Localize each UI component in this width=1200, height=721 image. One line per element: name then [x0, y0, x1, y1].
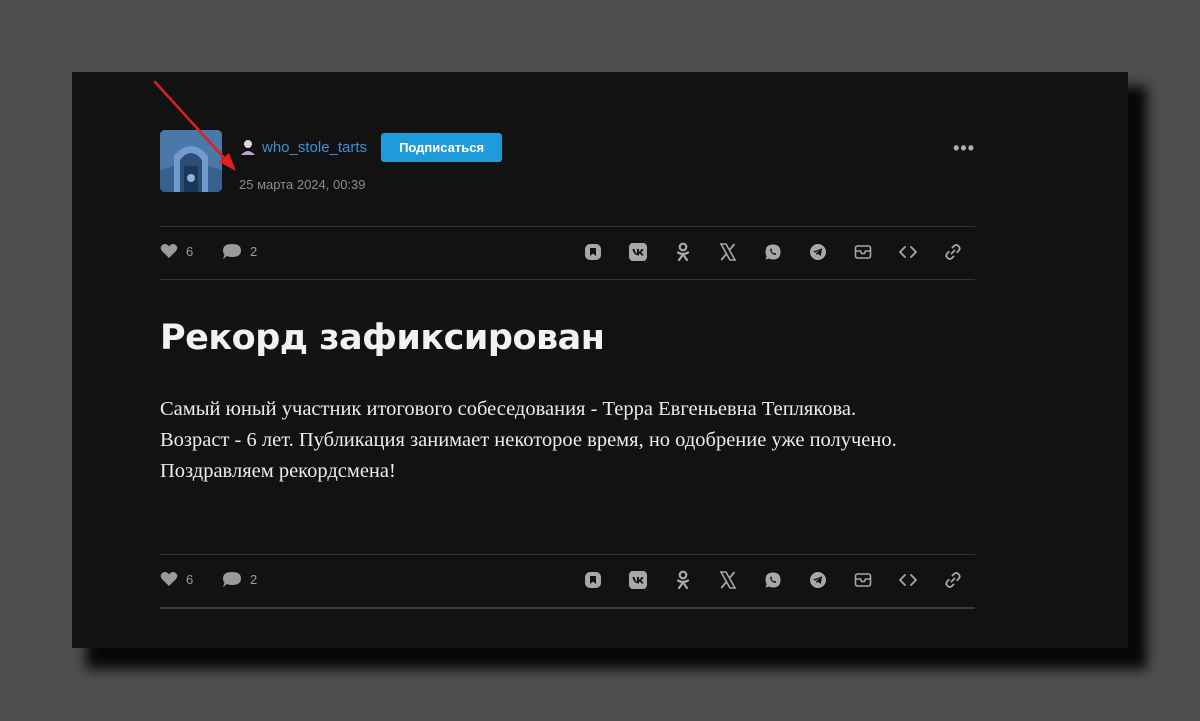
whatsapp-icon[interactable] — [750, 569, 795, 591]
user-icon — [241, 140, 255, 155]
x-icon[interactable] — [705, 241, 750, 263]
embed-icon[interactable] — [885, 241, 930, 263]
telegram-icon[interactable] — [795, 569, 840, 591]
post-body: Самый юный участник итогового собеседова… — [160, 394, 920, 487]
author-row: who_stole_tarts Подписаться — [239, 132, 503, 162]
share-icons — [570, 241, 975, 263]
more-options-icon[interactable]: ••• — [953, 138, 975, 159]
likes-counter[interactable]: 6 — [160, 571, 193, 587]
post-paragraph: Поздравляем рекордсмена! — [160, 460, 396, 482]
odnoklassniki-icon[interactable] — [660, 241, 705, 263]
mail-icon[interactable] — [840, 569, 885, 591]
comments-count: 2 — [250, 244, 258, 259]
post-actions-bar-bottom: 6 2 — [160, 554, 975, 609]
odnoklassniki-icon[interactable] — [660, 569, 705, 591]
subscribe-button[interactable]: Подписаться — [381, 132, 503, 162]
post-title: Рекорд зафиксирован — [160, 318, 605, 358]
post-header: who_stole_tarts Подписаться 25 марта 202… — [160, 130, 975, 200]
post-card: who_stole_tarts Подписаться 25 марта 202… — [72, 72, 1128, 648]
bookmark-icon[interactable] — [570, 569, 615, 591]
post-date: 25 марта 2024, 00:39 — [239, 177, 366, 192]
vk-icon[interactable] — [615, 241, 660, 263]
post-paragraph: Самый юный участник итогового собеседова… — [160, 398, 897, 451]
mail-icon[interactable] — [840, 241, 885, 263]
comment-icon — [223, 572, 241, 587]
whatsapp-icon[interactable] — [750, 241, 795, 263]
likes-count: 6 — [186, 571, 194, 587]
comment-icon — [223, 244, 241, 259]
comments-count: 2 — [250, 572, 258, 587]
share-icons — [570, 569, 975, 591]
comments-counter[interactable]: 2 — [222, 243, 257, 260]
heart-icon — [160, 572, 178, 586]
screenshot-stage: who_stole_tarts Подписаться 25 марта 202… — [0, 0, 1200, 721]
author-name-link[interactable]: who_stole_tarts — [262, 139, 367, 156]
x-icon[interactable] — [705, 569, 750, 591]
telegram-icon[interactable] — [795, 241, 840, 263]
link-icon[interactable] — [930, 241, 975, 263]
vk-icon[interactable] — [615, 569, 660, 591]
likes-counter[interactable]: 6 — [160, 243, 193, 259]
comments-counter[interactable]: 2 — [222, 571, 257, 588]
link-icon[interactable] — [930, 569, 975, 591]
bookmark-icon[interactable] — [570, 241, 615, 263]
post-actions-bar-top: 6 2 — [160, 226, 975, 280]
likes-count: 6 — [186, 243, 194, 259]
embed-icon[interactable] — [885, 569, 930, 591]
avatar[interactable] — [160, 130, 222, 192]
heart-icon — [160, 244, 178, 258]
